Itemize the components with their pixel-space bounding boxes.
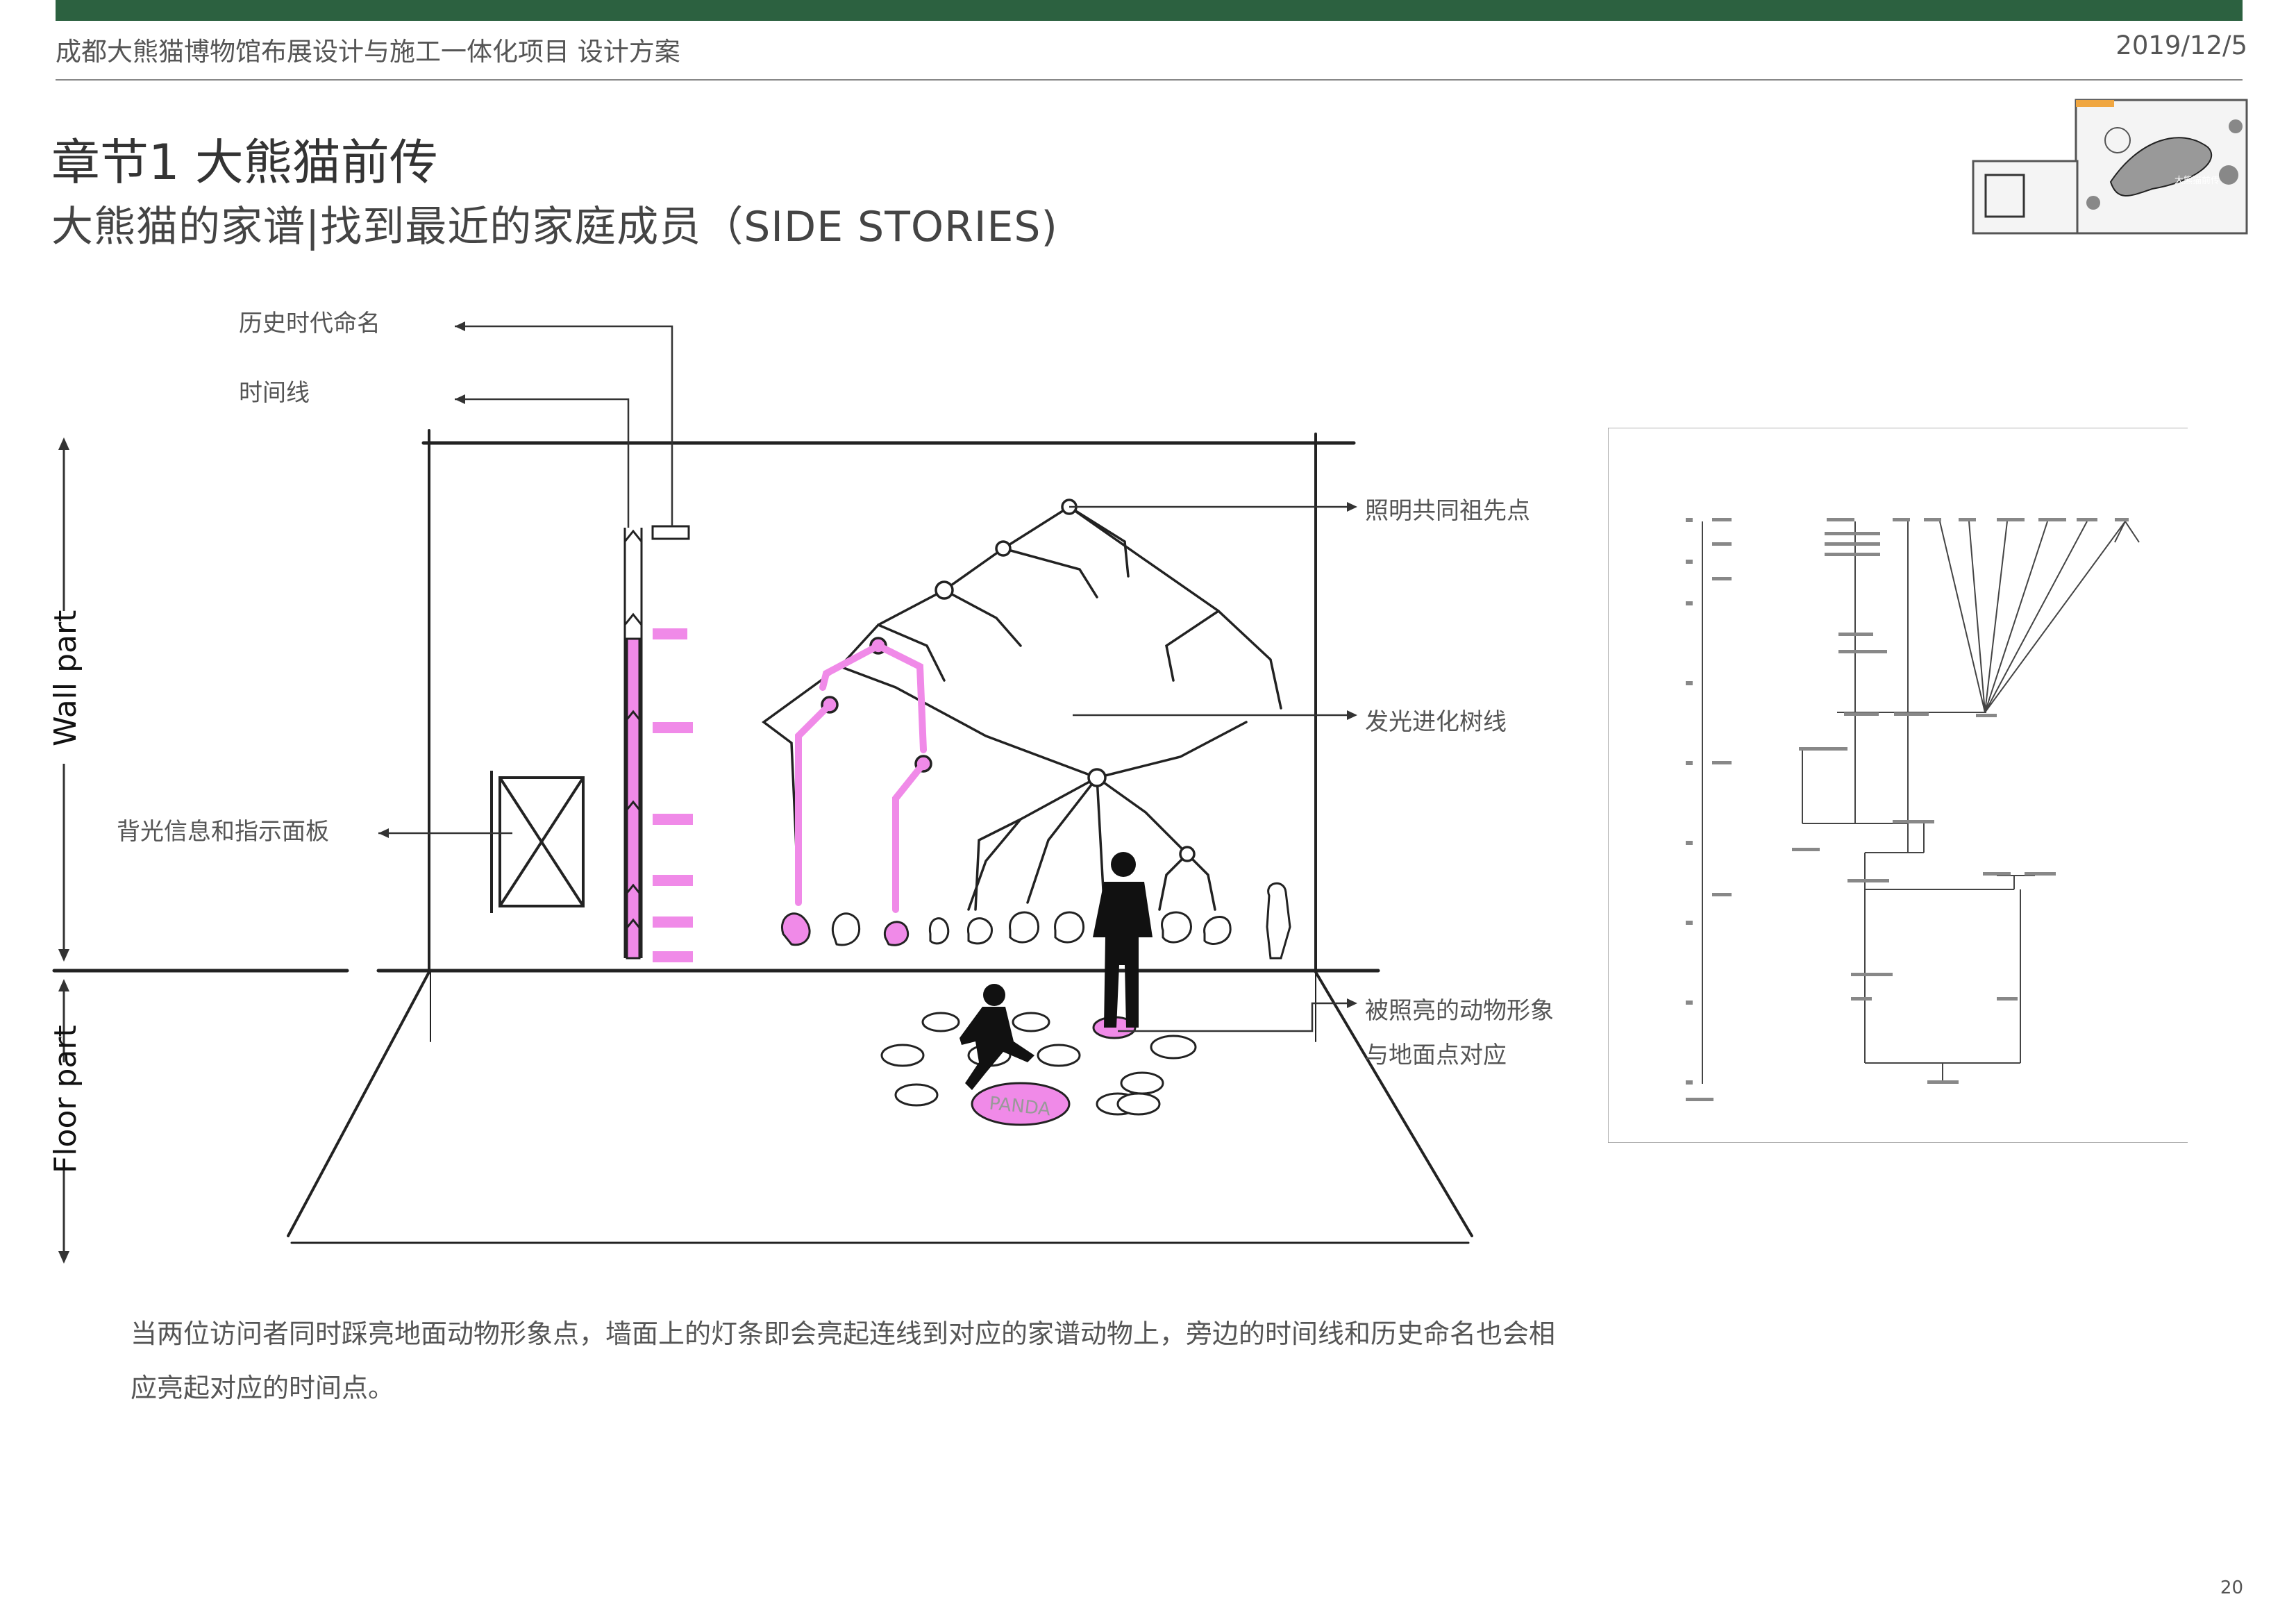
description-text: 当两位访问者同时踩亮地面动物形象点，墙面上的灯条即会亮起连线到对应的家谱动物上，… (131, 1319, 1556, 1403)
evolution-tree (762, 499, 1282, 911)
annotation-historic-naming: 历史时代命名 (239, 310, 380, 337)
annotation-timeline: 时间线 (239, 379, 310, 407)
timeline-column (623, 525, 693, 962)
wall-animal-figures (781, 882, 1291, 960)
leader-arrowheads (58, 321, 1357, 1264)
annotation-backlit-panel: 背光信息和指示面板 (117, 818, 329, 846)
page-number: 20 (2220, 1577, 2243, 1598)
leader-lines (62, 325, 1350, 1257)
annotation-common-ancestor: 照明共同祖先点 (1365, 497, 1530, 525)
annotation-lit-animals: 被照亮的动物形象 (1365, 997, 1554, 1025)
annotation-glowing-tree: 发光进化树线 (1365, 708, 1507, 736)
family-tree-reference (1608, 428, 2188, 1143)
annotation-lit-animals-floor: 与地面点对应 (1365, 1041, 1507, 1069)
glowing-tree-lines (795, 642, 927, 913)
backlit-panel (490, 771, 585, 913)
floor-part-label: Floor part (48, 1025, 83, 1173)
wall-part-label: Wall part (48, 610, 83, 746)
